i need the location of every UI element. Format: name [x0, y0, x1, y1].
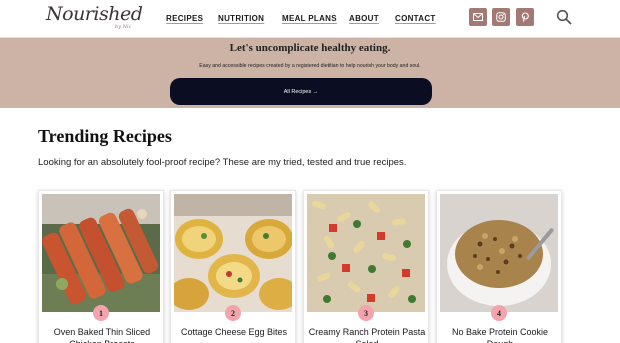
logo-byline: by Nic: [115, 24, 132, 30]
site-logo[interactable]: Nourished by Nic: [46, 3, 143, 35]
rank-badge: 1: [93, 305, 109, 321]
nav-contact[interactable]: CONTACT: [395, 14, 436, 23]
recipe-image: [307, 194, 425, 312]
pinterest-icon[interactable]: [516, 8, 534, 26]
recipe-title: No Bake Protein Cookie Dough: [451, 327, 549, 343]
recipe-image: [174, 194, 292, 312]
instagram-icon[interactable]: [492, 8, 510, 26]
mail-icon[interactable]: [469, 8, 487, 26]
nav-meal-plans[interactable]: MEAL PLANS: [282, 14, 337, 23]
rank-badge: 2: [225, 305, 241, 321]
recipe-card[interactable]: 1 Oven Baked Thin Sliced Chicken Breasts: [38, 190, 164, 343]
nav-nutrition[interactable]: NUTRITION: [218, 14, 264, 23]
recipe-title: Cottage Cheese Egg Bites: [180, 327, 288, 337]
recipe-card[interactable]: 3 Creamy Ranch Protein Pasta Salad: [303, 190, 429, 343]
hero-title: Let's uncomplicate healthy eating.: [229, 42, 391, 54]
nav-recipes[interactable]: RECIPES: [166, 14, 203, 23]
rank-badge: 3: [358, 305, 374, 321]
rank-badge: 4: [491, 305, 507, 321]
recipe-card[interactable]: 2 Cottage Cheese Egg Bites: [170, 190, 296, 343]
recipe-image: [440, 194, 558, 312]
site-header: Nourished by Nic RECIPES NUTRITION MEAL …: [0, 0, 620, 38]
trending-description: Looking for an absolutely fool-proof rec…: [38, 157, 407, 168]
recipe-title: Oven Baked Thin Sliced Chicken Breasts: [53, 327, 151, 343]
nav-about[interactable]: ABOUT: [349, 14, 379, 23]
hero-subtitle: Easy and accessible recipes created by a…: [199, 63, 421, 69]
recipe-title: Creamy Ranch Protein Pasta Salad: [308, 327, 426, 343]
recipe-card[interactable]: 4 No Bake Protein Cookie Dough: [436, 190, 562, 343]
logo-wordmark: Nourished: [46, 3, 143, 25]
trending-title: Trending Recipes: [38, 126, 172, 146]
hero-banner: Let's uncomplicate healthy eating. Easy …: [0, 38, 620, 108]
recipe-image: [42, 194, 160, 312]
all-recipes-button[interactable]: All Recipes →: [170, 78, 432, 105]
search-icon[interactable]: [556, 9, 572, 25]
